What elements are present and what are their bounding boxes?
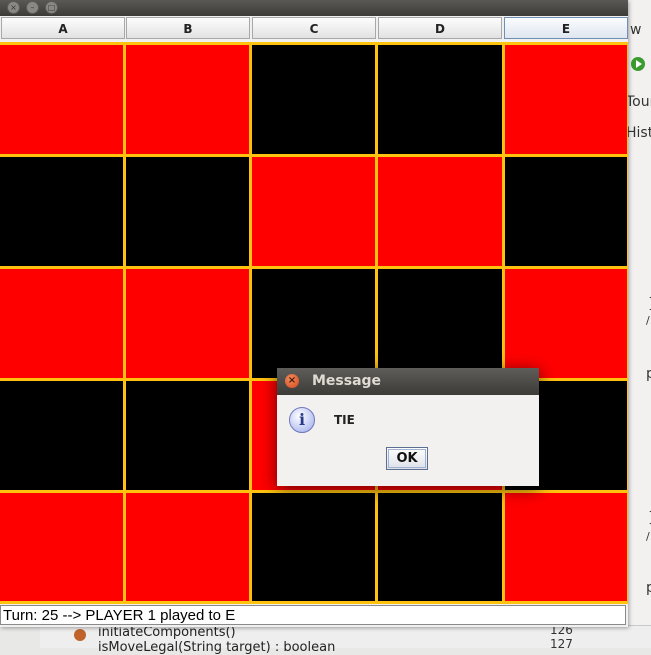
board-cell-d5[interactable]	[378, 493, 502, 601]
ide-tab-history[interactable]: Hist	[626, 125, 651, 141]
dialog-title: Message	[312, 373, 382, 389]
board-cell-b3[interactable]	[126, 269, 249, 378]
board-cell-b1[interactable]	[126, 45, 249, 154]
message-dialog: × Message i TIE OK	[277, 368, 539, 486]
navigator-item[interactable]: initiateComponents()	[98, 625, 236, 640]
ide-code-fragment: p	[646, 366, 651, 382]
board-cell-c1[interactable]	[252, 45, 375, 154]
column-header-e[interactable]: E	[504, 17, 628, 39]
board-cell-c3[interactable]	[252, 269, 375, 378]
board-cell-a5[interactable]	[0, 493, 123, 601]
ok-button[interactable]: OK	[386, 447, 428, 470]
board-cell-d3[interactable]	[378, 269, 502, 378]
method-icon	[74, 629, 86, 641]
background-ide-panel: w Tour Hist } / p } / p	[626, 0, 651, 647]
board-cell-a2[interactable]	[0, 157, 123, 266]
board-cell-c5[interactable]	[252, 493, 375, 601]
game-window: × – □ A B C D E Turn: 25 --> PLAYER 1 pl…	[0, 0, 628, 627]
dialog-message: TIE	[334, 413, 355, 427]
line-number: 127	[550, 637, 573, 651]
ide-tab-tour[interactable]: Tour	[626, 94, 651, 110]
board-cell-e1[interactable]	[505, 45, 627, 154]
status-bar: Turn: 25 --> PLAYER 1 played to E	[0, 605, 626, 625]
dialog-titlebar[interactable]: × Message	[277, 368, 539, 395]
ide-menu-fragment: w	[630, 22, 642, 38]
board-cell-e2[interactable]	[505, 157, 627, 266]
minimize-icon[interactable]: –	[26, 1, 39, 14]
column-header-c[interactable]: C	[252, 17, 376, 39]
close-icon[interactable]: ×	[285, 374, 299, 388]
ide-code-fragment: /	[646, 314, 650, 327]
board-cell-e5[interactable]	[505, 493, 627, 601]
board-cell-b5[interactable]	[126, 493, 249, 601]
board-cell-a3[interactable]	[0, 269, 123, 378]
close-icon[interactable]: ×	[7, 1, 20, 14]
column-header-b[interactable]: B	[126, 17, 250, 39]
board-cell-c2[interactable]	[252, 157, 375, 266]
board-cell-b2[interactable]	[126, 157, 249, 266]
run-icon[interactable]	[629, 54, 645, 74]
column-header-d[interactable]: D	[378, 17, 502, 39]
ide-code-fragment: p	[646, 580, 651, 596]
board-cell-d1[interactable]	[378, 45, 502, 154]
board-cell-a1[interactable]	[0, 45, 123, 154]
window-titlebar[interactable]: × – □	[0, 0, 628, 16]
navigator-item[interactable]: isMoveLegal(String target) : boolean	[98, 640, 335, 655]
game-board	[0, 42, 628, 604]
board-cell-a4[interactable]	[0, 381, 123, 490]
board-cell-b4[interactable]	[126, 381, 249, 490]
maximize-icon[interactable]: □	[45, 1, 58, 14]
ide-code-fragment: /	[646, 530, 650, 543]
info-icon: i	[289, 407, 315, 433]
board-cell-e3[interactable]	[505, 269, 627, 378]
column-headers: A B C D E	[0, 17, 628, 41]
column-header-a[interactable]: A	[1, 17, 125, 39]
navigator-panel: initiateComponents() isMoveLegal(String …	[40, 623, 651, 655]
board-cell-d2[interactable]	[378, 157, 502, 266]
